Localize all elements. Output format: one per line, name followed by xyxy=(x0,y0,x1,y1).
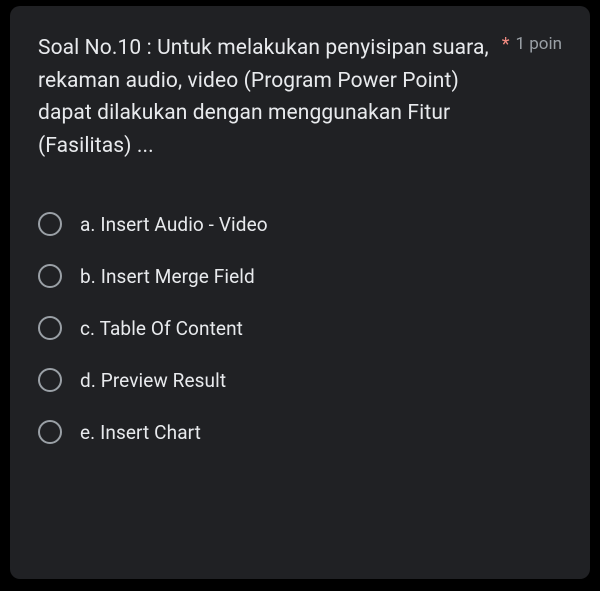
radio-icon[interactable] xyxy=(38,212,62,236)
required-asterisk-icon: * xyxy=(502,34,510,56)
options-list: a. Insert Audio - Video b. Insert Merge … xyxy=(38,198,562,458)
option-label: e. Insert Chart xyxy=(80,421,201,444)
option-b[interactable]: b. Insert Merge Field xyxy=(38,250,562,302)
option-label: b. Insert Merge Field xyxy=(80,265,255,288)
option-label: a. Insert Audio - Video xyxy=(80,213,268,236)
option-label: d. Preview Result xyxy=(80,369,226,392)
option-e[interactable]: e. Insert Chart xyxy=(38,406,562,458)
radio-icon[interactable] xyxy=(38,264,62,288)
question-card: Soal No.10 : Untuk melakukan penyisipan … xyxy=(10,6,590,579)
option-label: c. Table Of Content xyxy=(80,317,243,340)
option-c[interactable]: c. Table Of Content xyxy=(38,302,562,354)
option-a[interactable]: a. Insert Audio - Video xyxy=(38,198,562,250)
radio-icon[interactable] xyxy=(38,316,62,340)
option-d[interactable]: d. Preview Result xyxy=(38,354,562,406)
radio-icon[interactable] xyxy=(38,420,62,444)
question-text: Soal No.10 : Untuk melakukan penyisipan … xyxy=(38,32,502,162)
points-label: 1 poin xyxy=(515,34,562,54)
points-wrap: * 1 poin xyxy=(502,32,562,56)
question-header: Soal No.10 : Untuk melakukan penyisipan … xyxy=(38,32,562,162)
radio-icon[interactable] xyxy=(38,368,62,392)
